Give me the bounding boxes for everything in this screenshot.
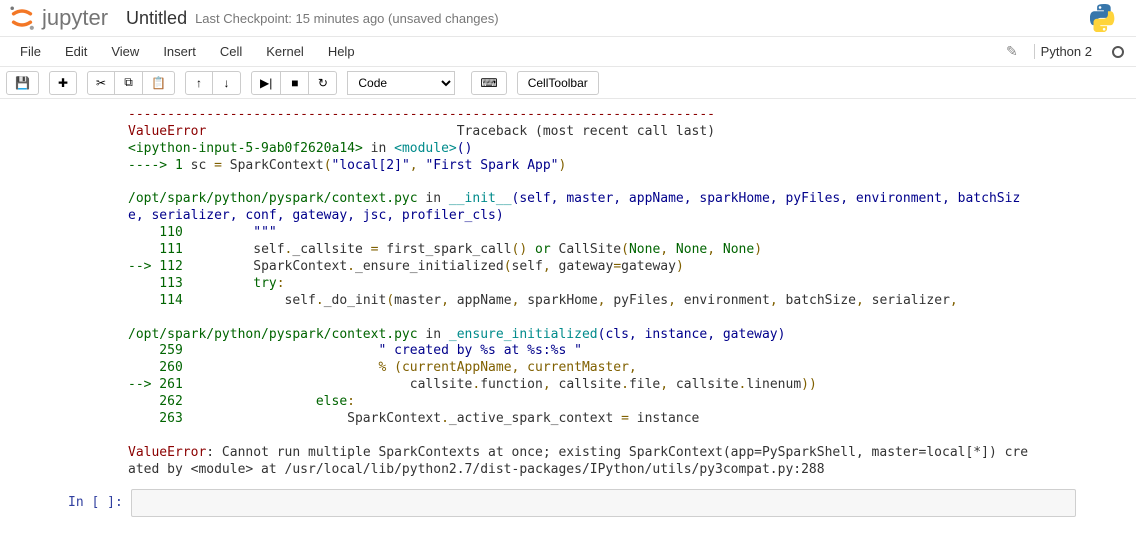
menu-file[interactable]: File [8, 38, 53, 65]
stop-icon: ■ [291, 76, 298, 90]
notebook-container: ----------------------------------------… [0, 99, 1136, 543]
code-input[interactable] [131, 489, 1076, 517]
copy-icon: ⧉ [124, 75, 133, 90]
menu-help[interactable]: Help [316, 38, 367, 65]
cell-type-select[interactable]: Code [347, 71, 455, 95]
keyboard-icon: ⌨ [480, 76, 497, 90]
command-palette-button[interactable]: ⌨ [471, 71, 506, 95]
input-prompt: In [ ]: [60, 489, 131, 516]
add-cell-button[interactable]: ✚ [49, 71, 77, 95]
traceback-output: ----------------------------------------… [60, 103, 1076, 483]
toolbar: 💾 ✚ ✂ ⧉ 📋 ↑ ↓ ▶| ■ ↻ Code ⌨ CellToolbar [0, 67, 1136, 99]
save-icon: 💾 [15, 76, 30, 90]
output-cell: ----------------------------------------… [60, 103, 1076, 483]
copy-button[interactable]: ⧉ [115, 71, 143, 95]
jupyter-logo-icon [8, 4, 36, 32]
run-button[interactable]: ▶| [251, 71, 281, 95]
menu-kernel[interactable]: Kernel [254, 38, 316, 65]
move-down-button[interactable]: ↓ [213, 71, 241, 95]
arrow-up-icon: ↑ [196, 76, 202, 90]
paste-icon: 📋 [151, 76, 166, 90]
logo-text: jupyter [42, 5, 108, 31]
restart-icon: ↻ [318, 76, 328, 90]
save-button[interactable]: 💾 [6, 71, 39, 95]
plus-icon: ✚ [58, 76, 68, 90]
paste-button[interactable]: 📋 [143, 71, 175, 95]
menu-edit[interactable]: Edit [53, 38, 99, 65]
stop-button[interactable]: ■ [281, 71, 309, 95]
run-icon: ▶| [260, 76, 272, 90]
notebook-name[interactable]: Untitled [126, 8, 187, 29]
menu-insert[interactable]: Insert [151, 38, 208, 65]
move-up-button[interactable]: ↑ [185, 71, 213, 95]
logo[interactable]: jupyter [8, 4, 108, 32]
kernel-indicator-icon [1112, 46, 1124, 58]
python-icon [1090, 4, 1118, 32]
checkpoint-status: Last Checkpoint: 15 minutes ago (unsaved… [195, 11, 499, 26]
arrow-down-icon: ↓ [224, 76, 230, 90]
pencil-icon[interactable]: ✎ [998, 43, 1026, 60]
menu-cell[interactable]: Cell [208, 38, 254, 65]
input-cell[interactable]: In [ ]: [60, 489, 1076, 517]
menu-view[interactable]: View [99, 38, 151, 65]
header: jupyter Untitled Last Checkpoint: 15 min… [0, 0, 1136, 37]
kernel-name[interactable]: Python 2 [1034, 44, 1098, 59]
restart-button[interactable]: ↻ [309, 71, 337, 95]
cut-icon: ✂ [96, 76, 106, 90]
cut-button[interactable]: ✂ [87, 71, 115, 95]
menubar: File Edit View Insert Cell Kernel Help ✎… [0, 37, 1136, 67]
celltoolbar-button[interactable]: CellToolbar [517, 71, 599, 95]
